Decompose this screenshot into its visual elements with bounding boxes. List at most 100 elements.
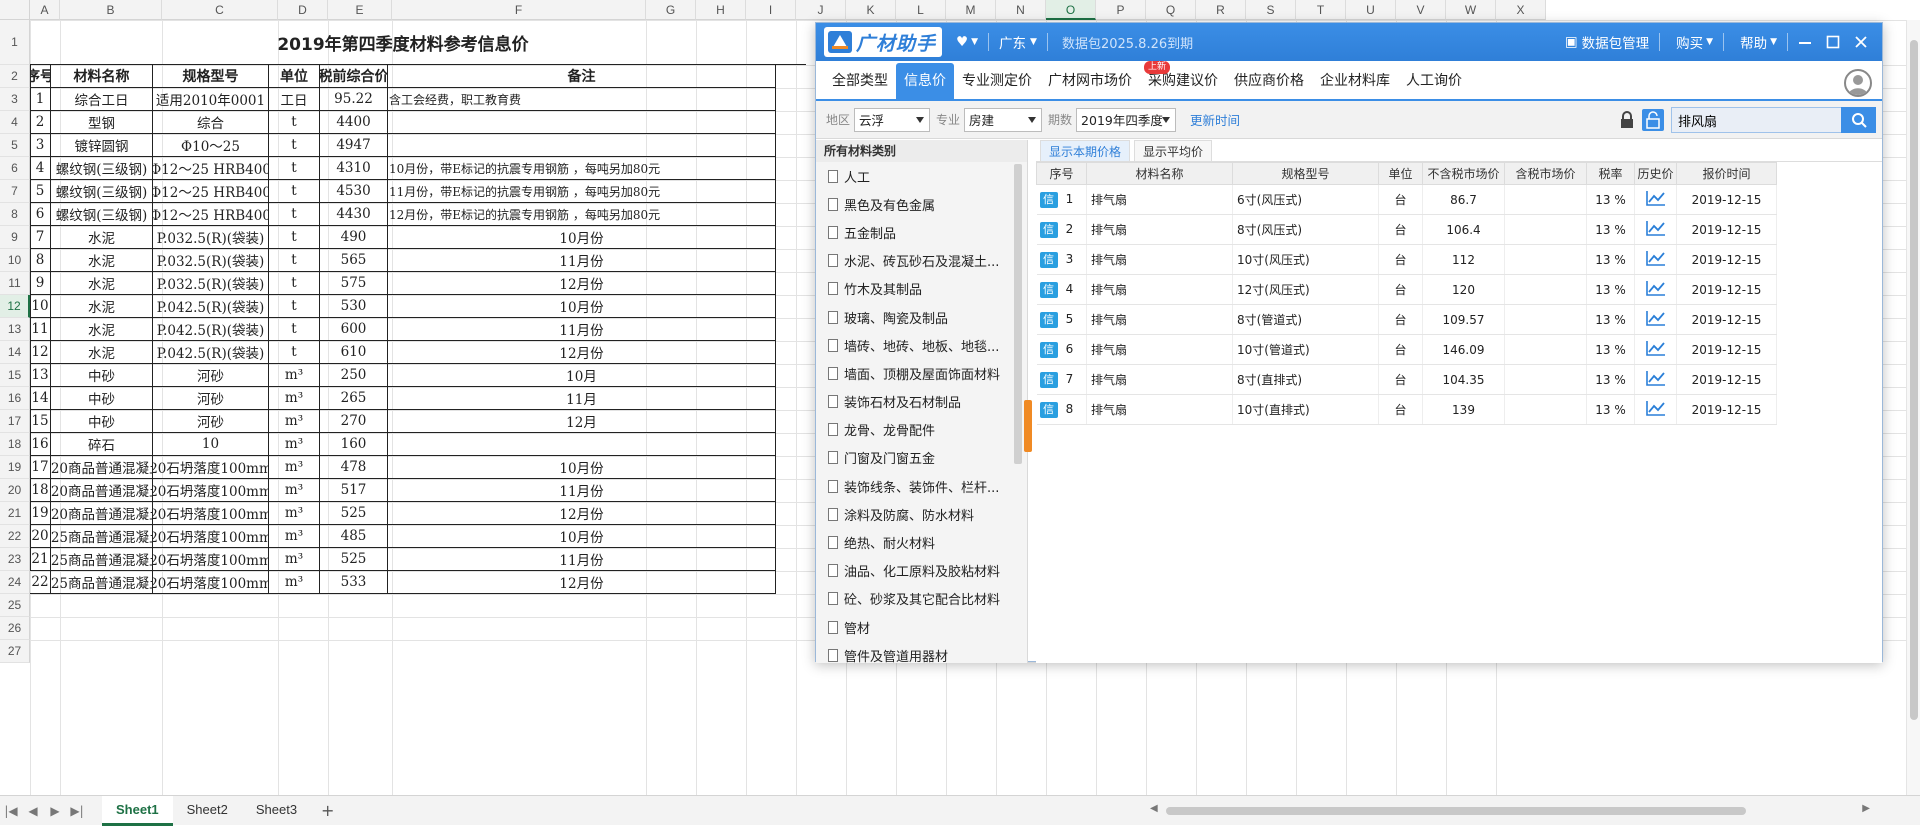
sheet-cell[interactable]: 10 [153, 433, 269, 456]
history-chart-icon[interactable] [1645, 370, 1666, 386]
sheet-cell[interactable]: 13 [30, 364, 51, 387]
sheet-cell[interactable]: t [269, 111, 320, 134]
sheet-cell[interactable]: t [269, 341, 320, 364]
row-header-20[interactable]: 20 [0, 479, 30, 502]
data-package-button[interactable]: ▣ 数据包管理 [1565, 32, 1649, 52]
sheet-cell[interactable]: 4430 [320, 203, 388, 226]
add-sheet-button[interactable]: + [311, 801, 344, 820]
sheet-cell[interactable]: 水泥 [51, 272, 153, 295]
sheet-cell[interactable]: P.042.5(R)(袋装) [153, 318, 269, 341]
horizontal-scrollbar[interactable]: ◀ ▶ [1150, 803, 1870, 817]
sheet-cell[interactable]: t [269, 249, 320, 272]
sheet-cell[interactable]: 中砂 [51, 387, 153, 410]
sheet-cell[interactable]: 11 [30, 318, 51, 341]
sheet-cell[interactable]: 12月 [388, 410, 776, 433]
app-tab-1[interactable]: 信息价 [896, 63, 954, 99]
category-item[interactable]: 竹木及其制品 [816, 275, 1027, 303]
sheet-tab-sheet3[interactable]: Sheet3 [242, 796, 311, 826]
column-header-F[interactable]: F [392, 0, 646, 20]
row-header-8[interactable]: 8 [0, 203, 30, 226]
sheet-cell[interactable]: 11月份 [388, 548, 776, 571]
sheet-cell[interactable]: 综合工日 [51, 88, 153, 111]
sheet-cell[interactable]: 17 [30, 456, 51, 479]
sheet-cell[interactable]: P.032.5(R)(袋装) [153, 249, 269, 272]
sheet-cell[interactable]: 中砂 [51, 410, 153, 433]
price-table-header[interactable]: 材料名称 [1086, 162, 1233, 185]
sheet-cell[interactable]: m³ [269, 502, 320, 525]
category-item[interactable]: 管材 [816, 613, 1027, 641]
scroll-right-icon[interactable]: ▶ [1862, 803, 1870, 814]
sheet-cell[interactable] [388, 111, 776, 134]
price-table-header[interactable]: 单位 [1378, 162, 1423, 185]
sheet-cell[interactable]: 11月 [388, 387, 776, 410]
price-table-header[interactable]: 含税市场价 [1504, 162, 1587, 185]
price-row[interactable]: 信 5 排气扇 8寸(管道式) 台 109.57 13 % 2019-12-15 [1036, 304, 1777, 335]
row-header-12[interactable]: 12 [0, 295, 30, 318]
sheet-cell[interactable]: 适用2010年0001 [153, 88, 269, 111]
sheet-cell[interactable]: 20石坍落度100mm [153, 525, 269, 548]
column-header-E[interactable]: E [328, 0, 392, 20]
sheet-cell[interactable]: 4947 [320, 134, 388, 157]
category-item[interactable]: 砼、砂浆及其它配合比材料 [816, 585, 1027, 613]
sheet-cell[interactable]: 20石坍落度100mm [153, 548, 269, 571]
sheet-cell[interactable]: C20商品普通混凝土 [51, 456, 153, 479]
help-menu[interactable]: 帮助 ▼ [1740, 32, 1777, 52]
column-header-S[interactable]: S [1246, 0, 1296, 20]
table-header-cell[interactable]: 规格型号 [153, 65, 269, 88]
row-header-6[interactable]: 6 [0, 157, 30, 180]
sheet-cell[interactable]: m³ [269, 548, 320, 571]
row-header-24[interactable]: 24 [0, 571, 30, 594]
row-header-7[interactable]: 7 [0, 180, 30, 203]
app-tab-5[interactable]: 供应商价格 [1226, 63, 1312, 99]
row-header-5[interactable]: 5 [0, 134, 30, 157]
price-row[interactable]: 信 8 排气扇 10寸(直排式) 台 139 13 % 2019-12-15 [1036, 394, 1777, 425]
subtab-1[interactable]: 显示平均价 [1134, 140, 1213, 161]
sheet-cell[interactable]: 11月份，带E标记的抗震专用钢筋 ，每吨另加80元 [388, 180, 776, 203]
sheet-cell[interactable]: 10月份，带E标记的抗震专用钢筋 ，每吨另加80元 [388, 157, 776, 180]
history-chart-icon[interactable] [1645, 280, 1666, 296]
sheet-cell[interactable] [388, 134, 776, 157]
sheet-cell[interactable]: 2 [30, 111, 51, 134]
last-sheet-icon[interactable]: ▶| [66, 804, 88, 818]
category-item[interactable]: 绝热、耐火材料 [816, 528, 1027, 556]
buy-menu[interactable]: 购买 ▼ [1676, 32, 1713, 52]
column-header-Q[interactable]: Q [1146, 0, 1196, 20]
category-item[interactable]: 墙面、顶棚及屋面饰面材料 [816, 359, 1027, 387]
first-sheet-icon[interactable]: |◀ [0, 804, 22, 818]
sheet-cell[interactable]: 10月份 [388, 226, 776, 249]
sheet-cell[interactable]: Φ12～25 HRB400 [153, 180, 269, 203]
row-header-22[interactable]: 22 [0, 525, 30, 548]
row-header-15[interactable]: 15 [0, 364, 30, 387]
sheet-cell[interactable]: 12月份 [388, 272, 776, 295]
sheet-cell[interactable]: 8 [30, 249, 51, 272]
sheet-cell[interactable]: 21 [30, 548, 51, 571]
price-table-header[interactable]: 报价时间 [1676, 162, 1777, 185]
sheet-cell[interactable]: 4 [30, 157, 51, 180]
sidebar-scrollbar[interactable] [1014, 164, 1022, 464]
column-header-W[interactable]: W [1446, 0, 1496, 20]
sheet-cell[interactable]: P.042.5(R)(袋装) [153, 341, 269, 364]
history-chart-icon[interactable] [1645, 190, 1666, 206]
category-item[interactable]: 管件及管道用器材 [816, 641, 1027, 663]
sheet-cell[interactable]: 水泥 [51, 341, 153, 364]
row-header-17[interactable]: 17 [0, 410, 30, 433]
sheet-cell[interactable]: 12月份 [388, 341, 776, 364]
category-item[interactable]: 墙砖、地砖、地板、地毯... [816, 331, 1027, 359]
price-row[interactable]: 信 7 排气扇 8寸(直排式) 台 104.35 13 % 2019-12-15 [1036, 364, 1777, 395]
app-tab-6[interactable]: 企业材料库 [1312, 63, 1398, 99]
column-header-O[interactable]: O [1046, 0, 1096, 20]
sheet-cell[interactable]: 270 [320, 410, 388, 433]
sheet-cell[interactable]: 265 [320, 387, 388, 410]
sheet-cell[interactable]: 河砂 [153, 410, 269, 433]
sheet-cell[interactable]: 11月份 [388, 479, 776, 502]
category-item[interactable]: 水泥、砖瓦砂石及混凝土... [816, 247, 1027, 275]
search-input[interactable] [1671, 107, 1841, 133]
sheet-cell[interactable]: 18 [30, 479, 51, 502]
row-header-4[interactable]: 4 [0, 111, 30, 134]
favorite-menu[interactable]: ♥ ▼ [956, 34, 978, 50]
price-table-header[interactable]: 序号 [1036, 162, 1087, 185]
sheet-cell[interactable]: 525 [320, 548, 388, 571]
sheet-cell[interactable]: 螺纹钢(三级钢) [51, 203, 153, 226]
sheet-cell[interactable]: 螺纹钢(三级钢) [51, 157, 153, 180]
sheet-cell[interactable]: 19 [30, 502, 51, 525]
